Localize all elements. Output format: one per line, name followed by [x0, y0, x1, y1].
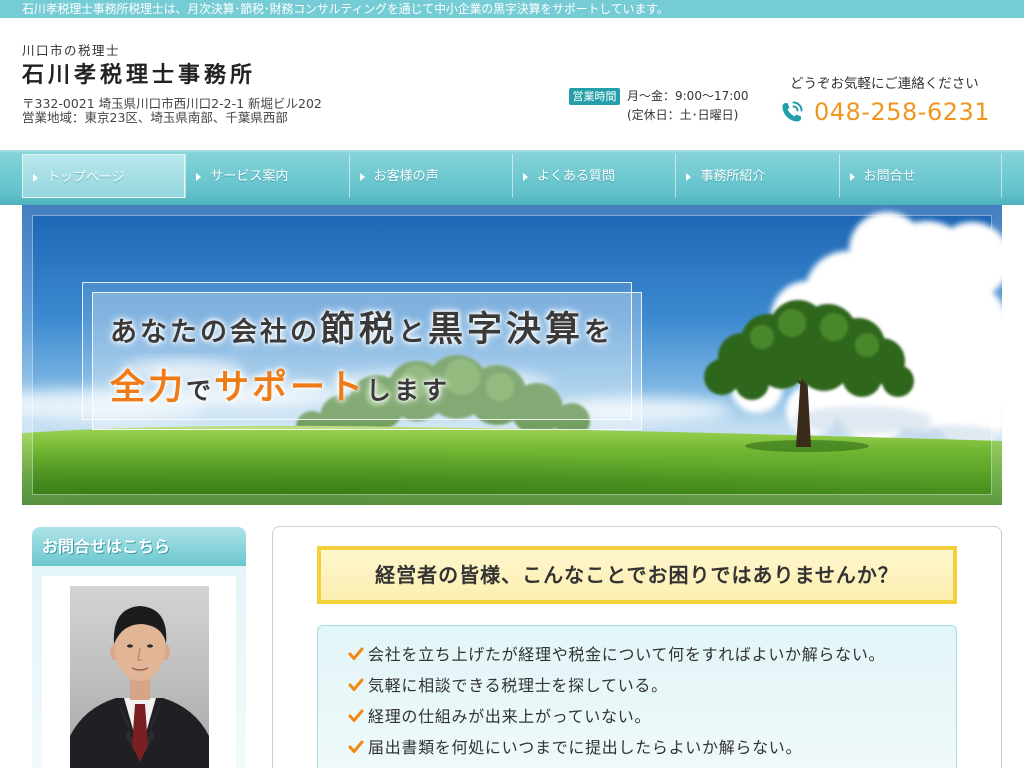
- nav-item-label: トップページ: [47, 170, 125, 185]
- nav-list: トップページ サービス案内 お客様の声 よくある質問 事務所紹介 お問合せ: [22, 154, 1002, 198]
- nav-item-services[interactable]: サービス案内: [185, 154, 348, 198]
- site-description: 石川孝税理士事務所税理士は、月次決算･節税･財務コンサルティングを通じて中小企業…: [22, 2, 669, 16]
- contact-prompt: どうぞお気軽にご連絡ください: [790, 76, 979, 92]
- triangle-right-icon: [196, 173, 202, 181]
- list-item-text: 気軽に相談できる税理士を探している。: [368, 676, 668, 695]
- list-item-text: 会社を立ち上げたが経理や税金について何をすればよいか解らない。: [368, 645, 886, 664]
- triangle-right-icon: [359, 173, 365, 181]
- nav-item-label: サービス案内: [210, 169, 289, 184]
- hero-banner: あなたの会社の節税と黒字決算を 全力でサポートします: [22, 205, 1002, 505]
- hero-text: を: [584, 317, 615, 348]
- nav-item-about[interactable]: 事務所紹介: [675, 154, 838, 198]
- hero-text: と: [398, 317, 429, 348]
- problem-heading: 経営者の皆様、こんなことでお困りではありませんか？: [317, 546, 957, 604]
- hero-headline-line2: 全力でサポートします: [110, 366, 450, 410]
- nav-item-contact[interactable]: お問合せ: [838, 154, 1002, 198]
- nav-item-label: 事務所紹介: [700, 169, 766, 184]
- hero-text: します: [366, 376, 451, 405]
- nav-item-testimonials[interactable]: お客様の声: [348, 154, 512, 198]
- triangle-right-icon: [686, 173, 692, 181]
- checkmark-icon: [348, 740, 364, 753]
- triangle-right-icon: [522, 173, 528, 181]
- checkmark-icon: [348, 709, 364, 722]
- meadow: [22, 425, 1002, 505]
- site-logo-title[interactable]: 石川孝税理士事務所: [22, 61, 256, 91]
- hero-keyword-support: サポート: [214, 368, 367, 408]
- top-description-bar: 石川孝税理士事務所税理士は、月次決算･節税･財務コンサルティングを通じて中小企業…: [0, 0, 1024, 18]
- hero-keyword-tax-saving: 節税: [320, 310, 399, 350]
- list-item: 気軽に相談できる税理士を探している。: [318, 670, 956, 701]
- hero-text: で: [186, 376, 215, 405]
- concerns-checklist-box: 会社を立ち上げたが経理や税金について何をすればよいか解らない。 気軽に相談できる…: [317, 625, 957, 768]
- office-address: 〒332-0021 埼玉県川口市西川口2-2-1 新堀ビル202: [22, 96, 322, 111]
- list-item: 届出書類を何処にいつまでに提出したらよいか解らない。: [318, 732, 956, 763]
- checkmark-icon: [348, 678, 364, 691]
- nav-item-faq[interactable]: よくある質問: [511, 154, 675, 198]
- hero-keyword-profit: 黒字決算: [428, 310, 585, 350]
- portrait-photo: [70, 586, 209, 768]
- list-item: 会社を立ち上げたが経理や税金について何をすればよいか解らない。: [318, 639, 956, 670]
- service-area: 営業地域：東京23区、埼玉県南部、千葉県西部: [22, 110, 288, 125]
- closed-days: (定休日：土･日曜日): [627, 108, 739, 122]
- phone-icon: [782, 101, 803, 122]
- list-item: 経理の仕組みが出来上がっていない。: [318, 701, 956, 732]
- sidebar-photo-box: [42, 576, 236, 768]
- business-hours-badge: 営業時間: [569, 88, 620, 105]
- concerns-checklist: 会社を立ち上げたが経理や税金について何をすればよいか解らない。 気軽に相談できる…: [318, 639, 956, 763]
- nav-item-top[interactable]: トップページ: [22, 154, 186, 198]
- triangle-right-icon: [849, 173, 855, 181]
- sidebar-contact-heading[interactable]: お問合せはこちら: [32, 527, 246, 566]
- checkmark-icon: [348, 647, 364, 660]
- nav-item-label: お客様の声: [373, 169, 439, 184]
- nav-item-label: お問合せ: [863, 169, 916, 184]
- nav-item-label: よくある質問: [536, 169, 615, 184]
- hero-keyword-full-effort: 全力: [110, 368, 187, 408]
- business-hours: 月～金：9:00～17:00: [627, 89, 749, 103]
- list-item-text: 届出書類を何処にいつまでに提出したらよいか解らない。: [368, 738, 803, 757]
- global-nav: トップページ サービス案内 お客様の声 よくある質問 事務所紹介 お問合せ: [0, 150, 1024, 205]
- header-tagline: 川口市の税理士: [22, 43, 121, 58]
- sidebar-contact-panel: [32, 566, 246, 768]
- site-header: 川口市の税理士 石川孝税理士事務所 〒332-0021 埼玉県川口市西川口2-2…: [0, 18, 1024, 150]
- list-item-text: 経理の仕組みが出来上がっていない。: [368, 707, 652, 726]
- triangle-right-icon: [33, 174, 38, 182]
- hero-headline-line1: あなたの会社の節税と黒字決算を: [110, 308, 614, 352]
- phone-number[interactable]: 048-258-6231: [814, 98, 990, 126]
- hero-text: あなたの会社の: [110, 317, 320, 348]
